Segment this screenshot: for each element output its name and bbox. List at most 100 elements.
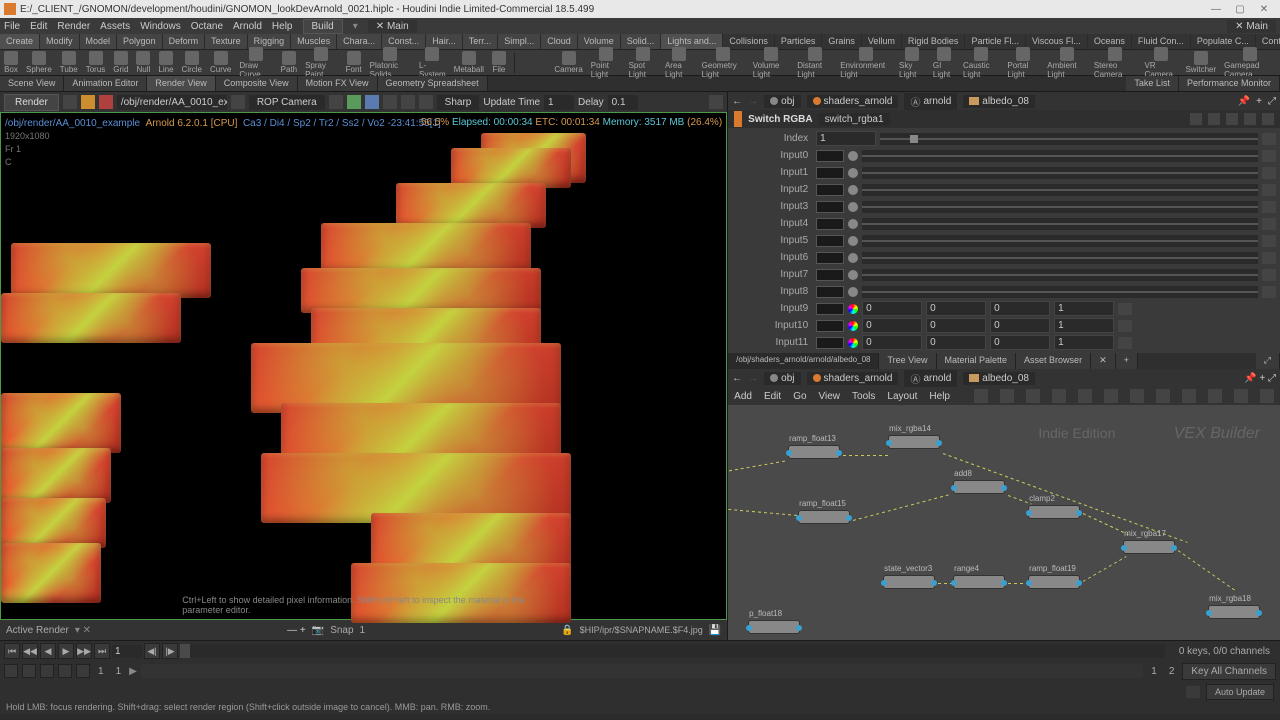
pause-icon[interactable] xyxy=(81,95,95,109)
color-picker-icon[interactable] xyxy=(848,168,858,178)
ng-tool-icon[interactable] xyxy=(1182,389,1196,403)
value-slider[interactable] xyxy=(862,218,1258,230)
new-tab-icon[interactable]: + xyxy=(1256,96,1262,107)
lock-icon[interactable] xyxy=(22,664,36,678)
color-picker-icon[interactable] xyxy=(848,270,858,280)
tab-assetbrowser[interactable]: Asset Browser xyxy=(1016,353,1091,369)
range-in[interactable]: 1 xyxy=(112,666,126,677)
expand-icon[interactable]: ⤢ xyxy=(1256,353,1280,369)
filter-icon[interactable] xyxy=(1208,113,1220,125)
range-icon[interactable] xyxy=(4,664,18,678)
shelf-tool[interactable]: Font xyxy=(346,51,362,74)
shelf-tool[interactable]: Sky Light xyxy=(899,47,925,79)
color-picker-icon[interactable] xyxy=(848,253,858,263)
render-viewport[interactable]: /obj/render/AA_0010_example Arnold 6.2.0… xyxy=(0,112,727,620)
shelf-tool[interactable]: Platonic Solids xyxy=(370,47,411,79)
ng-tool-icon[interactable] xyxy=(1156,389,1170,403)
shelf-tool[interactable]: Path xyxy=(281,51,297,74)
color-picker-icon[interactable] xyxy=(848,185,858,195)
realtime-icon[interactable] xyxy=(58,664,72,678)
shelf-tab[interactable]: Create xyxy=(0,34,40,49)
gear-icon[interactable] xyxy=(1190,113,1202,125)
shelf-tab[interactable]: Model xyxy=(80,34,118,49)
prev-key-button[interactable]: ◀| xyxy=(144,643,160,659)
color-swatch[interactable] xyxy=(816,167,844,179)
close-button[interactable]: ✕ xyxy=(1252,1,1276,17)
graph-node[interactable]: add8 xyxy=(953,480,1005,494)
path-albedo[interactable]: albedo_08 xyxy=(963,95,1035,108)
shelf-tab[interactable]: Terr... xyxy=(463,34,499,49)
pane-tab[interactable]: Composite View xyxy=(216,76,298,91)
keyframe-icon[interactable] xyxy=(1262,252,1276,264)
component-field[interactable]: 1 xyxy=(1054,335,1114,350)
range-out[interactable]: 1 xyxy=(1147,666,1161,677)
shelf-tool[interactable]: Distant Light xyxy=(797,47,832,79)
keyframe-icon[interactable] xyxy=(1262,184,1276,196)
range-end[interactable]: 2 xyxy=(1165,666,1179,677)
component-field[interactable]: 0 xyxy=(862,335,922,350)
ng-tool-icon[interactable] xyxy=(1000,389,1014,403)
shelf-tool[interactable]: Line xyxy=(158,51,173,74)
ng-menu-help[interactable]: Help xyxy=(929,391,950,402)
forward-icon[interactable]: → xyxy=(748,373,758,384)
prev-frame-button[interactable]: ◀◀ xyxy=(22,643,38,659)
menu-render[interactable]: Render xyxy=(57,21,90,32)
menu-windows[interactable]: Windows xyxy=(140,21,181,32)
expand-icon[interactable] xyxy=(1262,113,1274,125)
color-swatch[interactable] xyxy=(816,337,844,349)
shelf-tool[interactable]: Spray Paint xyxy=(305,47,338,79)
keyframe-icon[interactable] xyxy=(1262,201,1276,213)
back-icon[interactable]: ← xyxy=(732,373,742,384)
shelf-tool[interactable]: Portal Light xyxy=(1007,47,1039,79)
keyframe-icon[interactable] xyxy=(1262,133,1276,145)
ng-tool-icon[interactable] xyxy=(1130,389,1144,403)
graph-node[interactable]: clamp2 xyxy=(1028,505,1080,519)
help-icon[interactable] xyxy=(1244,113,1256,125)
color-picker-icon[interactable] xyxy=(848,304,858,314)
shelf-tab[interactable]: Modify xyxy=(40,34,80,49)
shelf-tab[interactable]: Polygon xyxy=(117,34,163,49)
graph-node[interactable]: range4 xyxy=(953,575,1005,589)
current-frame-field[interactable]: 1 xyxy=(112,645,142,658)
shelf-tool[interactable]: Switcher xyxy=(1185,51,1216,74)
pane-tab[interactable]: Motion FX View xyxy=(298,76,378,91)
pane-tab[interactable]: Geometry Spreadsheet xyxy=(378,76,488,91)
value-slider[interactable] xyxy=(862,201,1258,213)
shelf-tool[interactable]: Camera xyxy=(554,51,582,74)
shelf-tool[interactable]: Point Light xyxy=(591,47,621,79)
component-field[interactable]: 0 xyxy=(990,301,1050,316)
shelf-tool[interactable]: Torus xyxy=(86,51,106,74)
pin-icon[interactable]: 📌 xyxy=(1238,96,1250,107)
menu-help[interactable]: Help xyxy=(272,21,293,32)
tab-matpalette[interactable]: Material Palette xyxy=(937,353,1017,369)
ng-menu-tools[interactable]: Tools xyxy=(852,391,875,402)
ng-help-icon[interactable] xyxy=(1260,389,1274,403)
node-graph-viewport[interactable]: Indie Edition VEX Builder ramp_float13mi… xyxy=(728,405,1280,640)
shelf-tool[interactable]: Area Light xyxy=(665,47,694,79)
ng-tool-icon[interactable] xyxy=(974,389,988,403)
forward-icon[interactable]: → xyxy=(748,96,758,107)
pane-tab[interactable]: Performance Monitor xyxy=(1179,76,1280,91)
close-tab-icon[interactable]: ✕ xyxy=(1091,353,1116,369)
ng-tool-icon[interactable] xyxy=(1078,389,1092,403)
keyframe-icon[interactable] xyxy=(1118,320,1132,332)
color-swatch[interactable] xyxy=(816,252,844,264)
color-swatch[interactable] xyxy=(816,150,844,162)
shelf-tab[interactable]: Simpl... xyxy=(498,34,541,49)
ng-tool-icon[interactable] xyxy=(1104,389,1118,403)
shelf-tool[interactable]: Geometry Light xyxy=(702,47,745,79)
color-picker-icon[interactable] xyxy=(848,219,858,229)
shelf-tool[interactable]: Curve xyxy=(210,51,231,74)
keyframe-icon[interactable] xyxy=(1118,303,1132,315)
shelf-tool[interactable]: File xyxy=(492,51,506,74)
auto-icon[interactable] xyxy=(1186,686,1200,698)
keyframe-icon[interactable] xyxy=(1262,150,1276,162)
menu-octane[interactable]: Octane xyxy=(191,21,223,32)
shelf-tool[interactable]: GI Light xyxy=(933,47,955,79)
color-picker-icon[interactable] xyxy=(848,321,858,331)
pane-tab[interactable]: Scene View xyxy=(0,76,64,91)
first-frame-button[interactable]: ⏮ xyxy=(4,643,20,659)
update-field[interactable]: 1 xyxy=(544,95,574,110)
graph-node[interactable]: mix_rgba18 xyxy=(1208,605,1260,619)
keyframe-icon[interactable] xyxy=(1118,337,1132,349)
